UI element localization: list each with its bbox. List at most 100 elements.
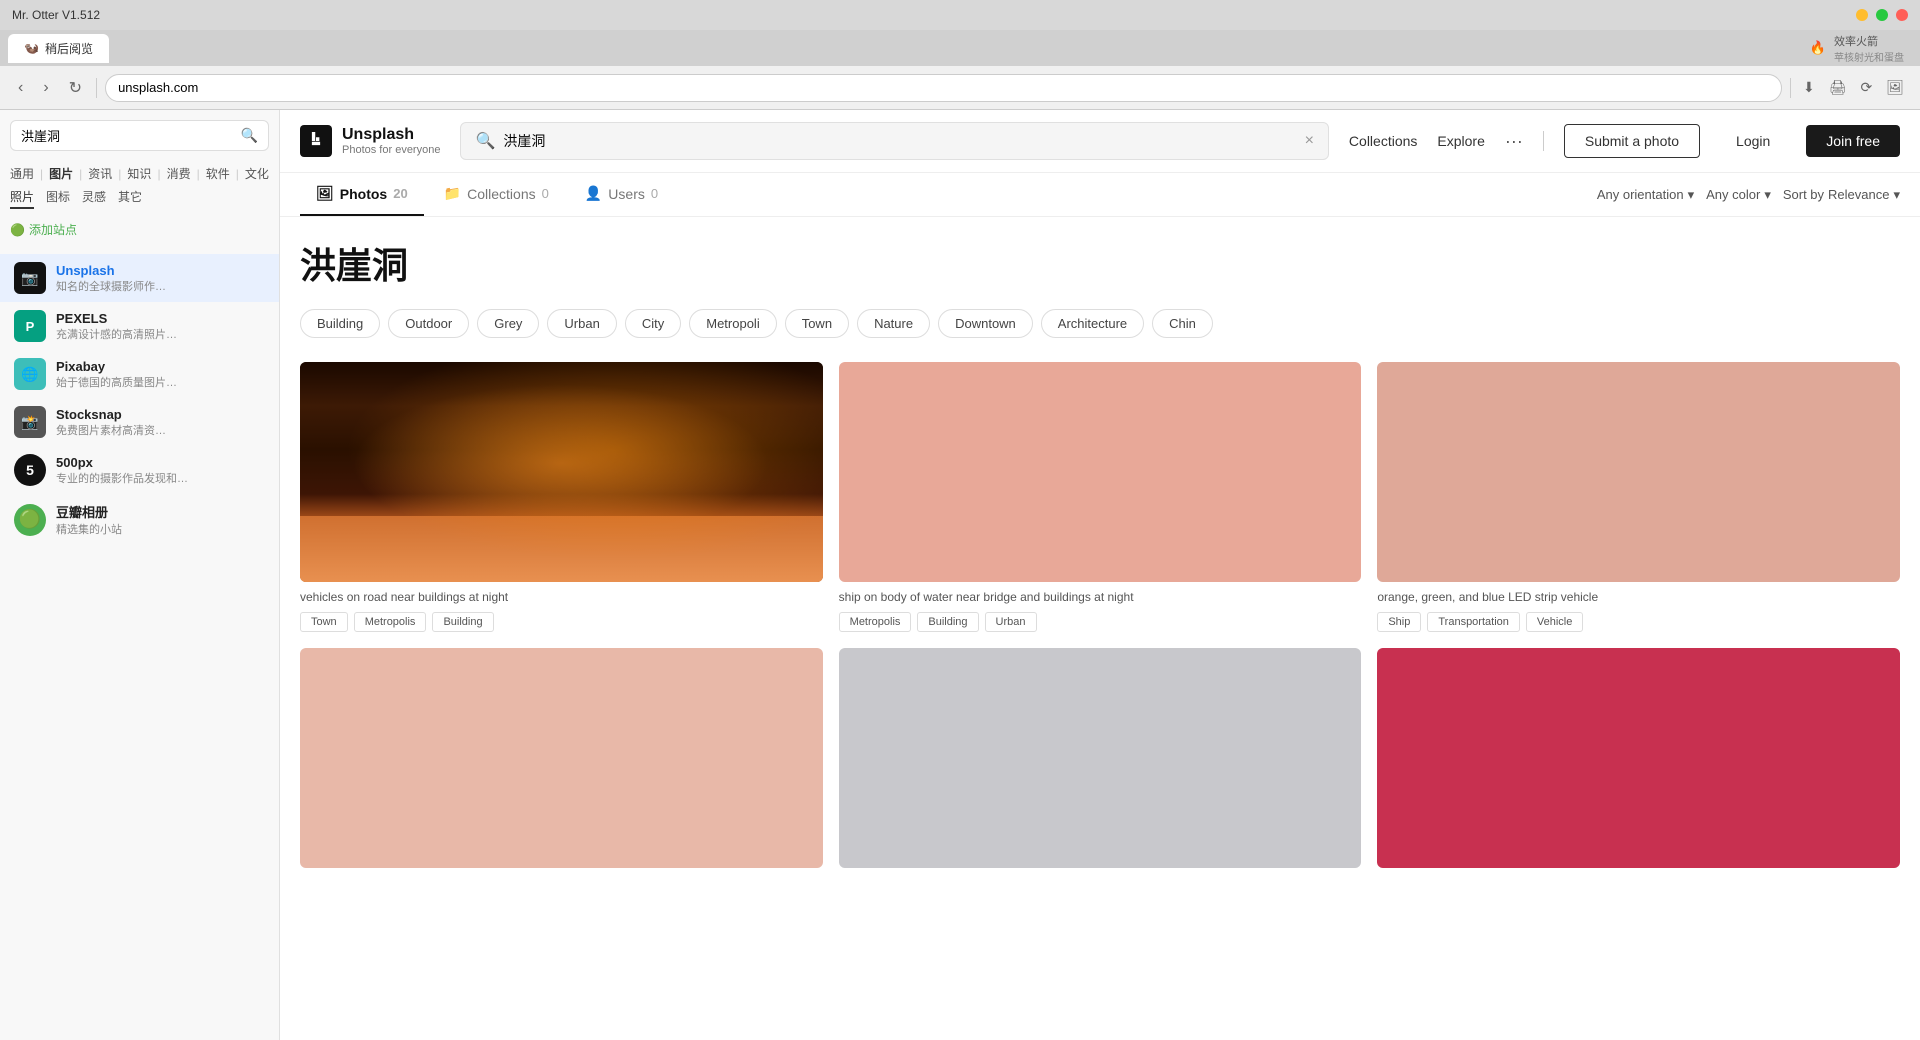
- right-app-icon: 🔥: [1810, 40, 1826, 56]
- photos-tab-count: 20: [393, 186, 407, 201]
- list-item[interactable]: 📷 Unsplash 知名的全球摄影师作…: [0, 254, 279, 302]
- photo-image[interactable]: [839, 648, 1362, 868]
- sidebar-cat-news[interactable]: 资讯: [88, 165, 112, 182]
- keyword-pill-town[interactable]: Town: [785, 309, 849, 338]
- explore-nav-link[interactable]: Explore: [1437, 133, 1484, 149]
- sidebar-search-area: 🔍: [0, 110, 279, 161]
- users-tab-label: Users: [608, 186, 645, 202]
- color-filter[interactable]: Any color ▾: [1706, 187, 1771, 203]
- site-desc: 知名的全球摄影师作…: [56, 278, 265, 294]
- sort-chevron-icon: ▾: [1893, 187, 1900, 203]
- more-nav-button[interactable]: ···: [1505, 131, 1523, 152]
- users-tab-icon: 👤: [585, 185, 602, 202]
- tab-bar: 🦦 稍后阅览 🔥 效率火箭苹核射光和蛋盘: [0, 30, 1920, 66]
- back-button[interactable]: ‹: [12, 75, 29, 101]
- sidebar-subcat-other[interactable]: 其它: [118, 188, 142, 209]
- sidebar-cat-culture[interactable]: 文化: [245, 165, 269, 182]
- keyword-pill-grey[interactable]: Grey: [477, 309, 539, 338]
- tab-photos[interactable]: 🖼 Photos 20: [300, 173, 424, 216]
- maximize-button[interactable]: [1876, 9, 1888, 21]
- sidebar-cat-consume[interactable]: 消费: [167, 165, 191, 182]
- sidebar-subcat-photos[interactable]: 照片: [10, 188, 34, 209]
- keyword-pill-nature[interactable]: Nature: [857, 309, 930, 338]
- keyword-pill-building[interactable]: Building: [300, 309, 380, 338]
- orientation-chevron-icon: ▾: [1688, 187, 1695, 203]
- collections-tab-label: Collections: [467, 186, 535, 202]
- keyword-pill-architecture[interactable]: Architecture: [1041, 309, 1144, 338]
- forward-button[interactable]: ›: [37, 75, 54, 101]
- photo-image[interactable]: [300, 648, 823, 868]
- sidebar-search-input[interactable]: [21, 128, 235, 143]
- sidebar-subcat-inspiration[interactable]: 灵感: [82, 188, 106, 209]
- list-item[interactable]: 📸 Stocksnap 免费图片素材高清资…: [0, 398, 279, 446]
- photo-image[interactable]: [839, 362, 1362, 582]
- site-icon-500px: 5: [14, 454, 46, 486]
- list-item[interactable]: 5 500px 专业的的摄影作品发现和…: [0, 446, 279, 494]
- keyword-pill-downtown[interactable]: Downtown: [938, 309, 1033, 338]
- photo-tag[interactable]: Building: [917, 612, 978, 632]
- app-title: Mr. Otter V1.512: [12, 8, 100, 22]
- photo-tag[interactable]: Vehicle: [1526, 612, 1583, 632]
- orientation-filter[interactable]: Any orientation ▾: [1597, 187, 1694, 203]
- photo-card: orange, green, and blue LED strip vehicl…: [1377, 362, 1900, 632]
- sidebar-cat-knowledge[interactable]: 知识: [127, 165, 151, 182]
- sidebar-categories: 通用 | 图片 | 资讯 | 知识 | 消费 | 软件 | 文化: [0, 161, 279, 186]
- collections-nav-link[interactable]: Collections: [1349, 133, 1417, 149]
- keyword-pill-city[interactable]: City: [625, 309, 681, 338]
- window-controls[interactable]: [1856, 9, 1908, 21]
- photo-card: [839, 648, 1362, 884]
- print-icon[interactable]: 🖨: [1825, 75, 1851, 100]
- login-button[interactable]: Login: [1720, 125, 1786, 157]
- list-item[interactable]: P PEXELS 充满设计感的高清照片…: [0, 302, 279, 350]
- photo-tag[interactable]: Metropolis: [839, 612, 912, 632]
- sidebar-subcat-icons[interactable]: 图标: [46, 188, 70, 209]
- sidebar-cat-images[interactable]: 图片: [49, 165, 73, 182]
- sort-label: Sort by: [1783, 187, 1824, 202]
- photo-image[interactable]: [1377, 362, 1900, 582]
- unsplash-search-input[interactable]: [503, 133, 1296, 149]
- photo-image[interactable]: [300, 362, 823, 582]
- download-icon[interactable]: ⬇: [1799, 75, 1819, 100]
- toolbar-icons: ⬇ 🖨 ⟳ 🖼: [1799, 75, 1908, 100]
- photo-card: [1377, 648, 1900, 884]
- photo-tag[interactable]: Urban: [985, 612, 1037, 632]
- keyword-pill-outdoor[interactable]: Outdoor: [388, 309, 469, 338]
- photo-image[interactable]: [1377, 648, 1900, 868]
- keyword-pill-urban[interactable]: Urban: [547, 309, 616, 338]
- site-info: Pixabay 始于德国的高质量图片…: [56, 359, 265, 390]
- photo-tag[interactable]: Building: [432, 612, 493, 632]
- minimize-button[interactable]: [1856, 9, 1868, 21]
- keyword-pill-metropoli[interactable]: Metropoli: [689, 309, 776, 338]
- list-item[interactable]: 🟢 豆瓣相册 精选集的小站: [0, 494, 279, 545]
- unsplash-tabs: 🖼 Photos 20 📁 Collections 0 👤 Users 0: [280, 173, 1920, 217]
- sidebar-cat-general[interactable]: 通用: [10, 165, 34, 182]
- list-item[interactable]: 🌐 Pixabay 始于德国的高质量图片…: [0, 350, 279, 398]
- right-app-text: 效率火箭苹核射光和蛋盘: [1834, 33, 1904, 64]
- add-label: 添加站点: [29, 221, 77, 238]
- site-name: PEXELS: [56, 311, 265, 326]
- photo-tag[interactable]: Town: [300, 612, 348, 632]
- photo-tag[interactable]: Ship: [1377, 612, 1421, 632]
- site-name: Stocksnap: [56, 407, 265, 422]
- close-button[interactable]: [1896, 9, 1908, 21]
- search-clear-button[interactable]: ×: [1305, 132, 1314, 150]
- keyword-pill-chin[interactable]: Chin: [1152, 309, 1213, 338]
- tab-collections[interactable]: 📁 Collections 0: [428, 173, 565, 216]
- join-free-button[interactable]: Join free: [1806, 125, 1900, 157]
- photo-tag[interactable]: Transportation: [1427, 612, 1520, 632]
- address-bar[interactable]: [105, 74, 1782, 102]
- browser-tab[interactable]: 🦦 稍后阅览: [8, 34, 109, 63]
- sidebar-search-button[interactable]: 🔍: [241, 127, 258, 144]
- add-site-button[interactable]: 🟢 添加站点: [10, 221, 77, 238]
- sidebar-cat-software[interactable]: 软件: [206, 165, 230, 182]
- sort-filter[interactable]: Sort by Relevance ▾: [1783, 187, 1900, 203]
- image-icon[interactable]: 🖼: [1882, 75, 1908, 100]
- tab-users[interactable]: 👤 Users 0: [569, 173, 674, 216]
- site-icon-stocksnap: 📸: [14, 406, 46, 438]
- photo-card: ship on body of water near bridge and bu…: [839, 362, 1362, 632]
- photo-card: [300, 648, 823, 884]
- translate-icon[interactable]: ⟳: [1856, 75, 1876, 100]
- submit-photo-button[interactable]: Submit a photo: [1564, 124, 1700, 158]
- photo-tag[interactable]: Metropolis: [354, 612, 427, 632]
- refresh-button[interactable]: ↻: [63, 74, 88, 102]
